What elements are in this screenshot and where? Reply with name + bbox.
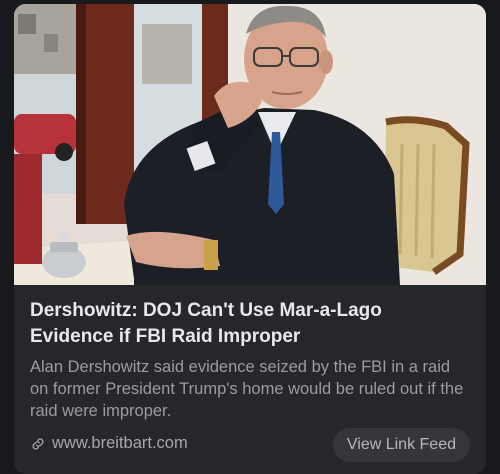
- article-summary: Alan Dershowitz said evidence seized by …: [30, 358, 464, 420]
- link-icon: [32, 437, 44, 450]
- article-thumbnail[interactable]: [14, 4, 486, 285]
- source-link[interactable]: www.breitbart.com: [30, 434, 188, 453]
- source-domain: www.breitbart.com: [52, 434, 188, 452]
- view-link-feed-button[interactable]: View Link Feed: [332, 428, 470, 462]
- link-preview-card[interactable]: Dershowitz: DOJ Can't Use Mar-a-Lago Evi…: [14, 4, 486, 474]
- card-footer: www.breitbart.com View Link Feed: [30, 428, 470, 462]
- thumbnail-image: [14, 4, 486, 285]
- article-headline[interactable]: Dershowitz: DOJ Can't Use Mar-a-Lago Evi…: [30, 298, 470, 350]
